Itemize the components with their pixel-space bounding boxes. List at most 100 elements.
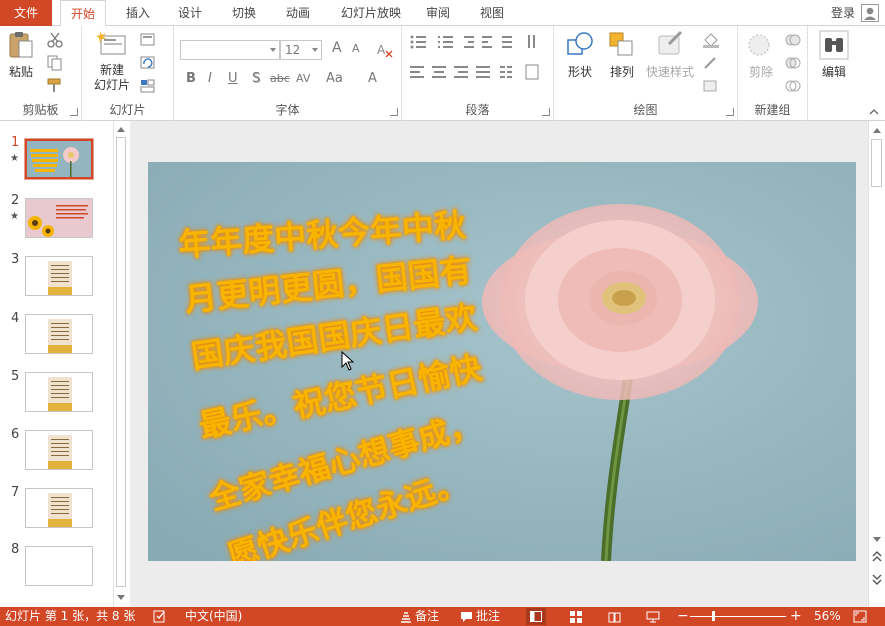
- paragraph-launcher[interactable]: [542, 108, 550, 116]
- scroll-thumb[interactable]: [116, 137, 126, 587]
- grow-font-button[interactable]: A: [332, 40, 342, 56]
- quick-styles-button[interactable]: 快速样式: [642, 30, 698, 80]
- underline-button[interactable]: U: [228, 71, 238, 86]
- tab-slideshow[interactable]: 幻灯片放映: [334, 0, 408, 26]
- tab-insert[interactable]: 插入: [120, 0, 156, 26]
- comments-icon[interactable]: [460, 611, 473, 623]
- thumb-preview-1: [27, 141, 91, 177]
- notes-icon[interactable]: [400, 611, 412, 623]
- zoom-level[interactable]: 56%: [814, 607, 841, 626]
- slide-thumbnail-5[interactable]: [25, 372, 93, 412]
- zoom-out-button[interactable]: −: [677, 607, 689, 626]
- new-group-label: 新建组: [754, 103, 791, 117]
- reading-view-icon[interactable]: [608, 611, 621, 623]
- shadow-button[interactable]: S: [252, 71, 260, 86]
- user-icon[interactable]: [861, 4, 879, 22]
- shape-fill-icon[interactable]: [702, 32, 720, 48]
- union-icon[interactable]: [784, 32, 802, 48]
- change-case-button[interactable]: Aa: [326, 71, 343, 86]
- slide-vertical-scrollbar[interactable]: [868, 121, 885, 607]
- comments-button[interactable]: 批注: [476, 607, 500, 626]
- paste-button[interactable]: 粘贴: [4, 30, 38, 80]
- slide-thumbnail-1[interactable]: [24, 138, 94, 180]
- fit-to-window-icon[interactable]: [853, 610, 867, 623]
- cut-shape-button[interactable]: 剪除: [742, 30, 780, 80]
- shape-outline-icon[interactable]: [702, 55, 720, 71]
- tab-review[interactable]: 审阅: [420, 0, 456, 26]
- layout-icon[interactable]: [140, 32, 158, 48]
- slide-thumbnail-6[interactable]: [25, 430, 93, 470]
- paragraph-group-label: 段落: [465, 103, 490, 117]
- char-spacing-button[interactable]: AV: [296, 72, 310, 85]
- tab-file[interactable]: 文件: [0, 0, 52, 26]
- normal-view-button[interactable]: [526, 608, 546, 625]
- slide-sorter-icon[interactable]: [570, 611, 583, 623]
- scroll-thumb[interactable]: [871, 139, 882, 187]
- section-icon[interactable]: [140, 78, 158, 94]
- thumb-number: 5: [11, 369, 20, 384]
- bold-button[interactable]: B: [186, 71, 196, 86]
- tab-design[interactable]: 设计: [172, 0, 208, 26]
- new-group: 剪除 新建组: [738, 26, 808, 121]
- slide-thumbnail-4[interactable]: [25, 314, 93, 354]
- zoom-slider-thumb[interactable]: [712, 611, 715, 621]
- clear-formatting-icon[interactable]: A: [376, 42, 394, 58]
- poem-textbox[interactable]: 年年度中秋今年中秋 月更明更圆，国国有 国庆我国国庆日最欢 最乐。祝您节日愉快 …: [177, 200, 498, 561]
- slides-group-label: 幻灯片: [109, 103, 146, 117]
- next-slide-icon[interactable]: [872, 573, 882, 595]
- thumbnails-scrollbar[interactable]: [113, 121, 128, 607]
- cut-icon[interactable]: [46, 32, 64, 48]
- combine-icon[interactable]: [784, 55, 802, 71]
- drawing-launcher[interactable]: [726, 108, 734, 116]
- arrange-button[interactable]: 排列: [602, 30, 642, 80]
- zoom-slider-track[interactable]: [690, 616, 786, 617]
- tab-view[interactable]: 视图: [474, 0, 510, 26]
- previous-slide-icon[interactable]: [872, 551, 882, 573]
- zoom-in-button[interactable]: +: [790, 607, 802, 626]
- editing-button[interactable]: 编辑: [814, 30, 854, 80]
- shape-effects-icon[interactable]: [702, 78, 720, 94]
- cut-shape-label: 剪除: [748, 65, 773, 79]
- scroll-up-icon[interactable]: [873, 128, 881, 133]
- language-status[interactable]: 中文(中国): [185, 607, 242, 626]
- shapes-button[interactable]: 形状: [560, 30, 600, 80]
- font-color-button[interactable]: A: [368, 71, 377, 86]
- spell-check-icon[interactable]: [153, 610, 167, 623]
- paragraph-icons[interactable]: [408, 32, 550, 102]
- new-slide-button[interactable]: 新建 幻灯片: [86, 30, 138, 93]
- scroll-down-icon[interactable]: [117, 595, 125, 600]
- tab-animations[interactable]: 动画: [280, 0, 316, 26]
- slide-thumbnail-8[interactable]: [25, 546, 93, 586]
- scroll-up-icon[interactable]: [117, 127, 125, 132]
- thumb-preview-2: [26, 199, 92, 237]
- shrink-font-button[interactable]: A: [352, 42, 360, 55]
- editing-group: 编辑: [808, 26, 858, 121]
- slide-thumbnail-3[interactable]: [25, 256, 93, 296]
- italic-button[interactable]: I: [208, 71, 212, 86]
- font-name-dropdown[interactable]: [180, 40, 280, 60]
- notes-button[interactable]: 备注: [415, 607, 439, 626]
- font-launcher[interactable]: [390, 108, 398, 116]
- quick-styles-label: 快速样式: [645, 65, 694, 79]
- login-link[interactable]: 登录: [831, 0, 855, 26]
- strikethrough-button[interactable]: abc: [270, 72, 290, 85]
- intersect-icon[interactable]: [784, 78, 802, 94]
- slide-thumbnail-7[interactable]: [25, 488, 93, 528]
- collapse-ribbon-icon[interactable]: [869, 108, 879, 115]
- tab-transitions[interactable]: 切换: [226, 0, 262, 26]
- new-slide-icon: [96, 31, 126, 55]
- scroll-down-icon[interactable]: [873, 537, 881, 542]
- font-size-value: 12: [285, 43, 301, 57]
- drawing-group: 形状 排列 快速样式 绘图: [554, 26, 738, 121]
- drawing-group-label: 绘图: [633, 103, 658, 117]
- copy-icon[interactable]: [46, 55, 64, 71]
- slideshow-view-icon[interactable]: [646, 611, 660, 623]
- reset-icon[interactable]: [140, 55, 158, 71]
- tab-home[interactable]: 开始: [60, 0, 106, 27]
- slide-thumbnail-2[interactable]: [25, 198, 93, 238]
- slide-canvas[interactable]: 年年度中秋今年中秋 月更明更圆，国国有 国庆我国国庆日最欢 最乐。祝您节日愉快 …: [148, 162, 856, 561]
- slide-count-status: 幻灯片 第 1 张，共 8 张: [5, 609, 136, 623]
- font-size-dropdown[interactable]: 12: [280, 40, 322, 60]
- clipboard-launcher[interactable]: [70, 108, 78, 116]
- format-painter-icon[interactable]: [46, 78, 64, 94]
